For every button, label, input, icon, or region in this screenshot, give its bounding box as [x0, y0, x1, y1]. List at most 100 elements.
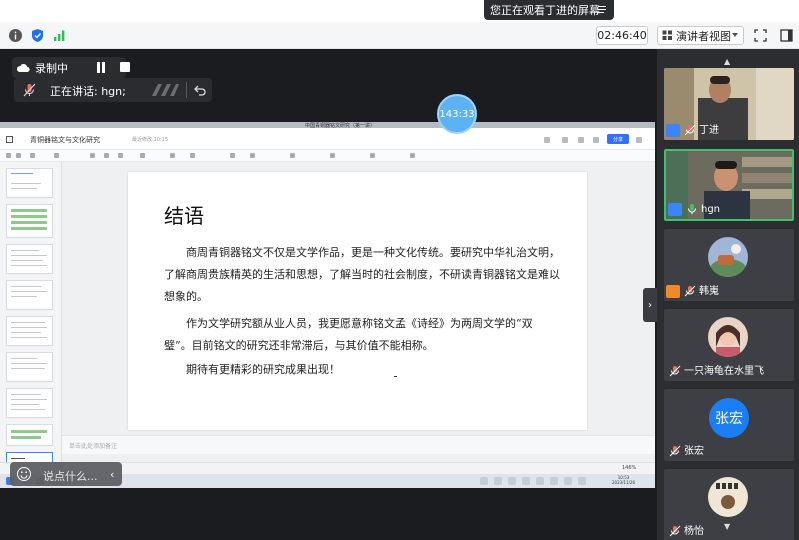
format-icon: [104, 153, 109, 158]
toolbar-icon: [636, 137, 642, 143]
slide-title: 结语: [164, 204, 204, 228]
slide-thumbnail: [6, 204, 53, 238]
grid-icon: [662, 30, 672, 40]
mic-muted-icon: [669, 365, 681, 377]
participant-name: 一只海龟在水里飞: [684, 366, 764, 377]
divider: [186, 82, 187, 98]
sidebar-icon[interactable]: [780, 29, 793, 42]
signal-icon[interactable]: [52, 28, 67, 43]
pause-icon[interactable]: [96, 62, 106, 73]
shared-screen: 中国青铜器铭文研究（第一讲） 青铜器铭文与文化研究 最近修改 10:15 分享: [0, 122, 655, 488]
recording-indicator: 录制中: [12, 57, 130, 78]
waveform-icon: [152, 84, 179, 96]
recording-label: 录制中: [35, 61, 68, 75]
slide-thumbnail: [6, 316, 53, 346]
speaking-indicator: 正在讲话: hgn;: [14, 78, 212, 102]
view-mode-select[interactable]: 演讲者视图: [657, 26, 744, 45]
slide-paragraph: 商周青铜器铭文不仅是文学作品，更是一种文化传统。要研究中华礼治文明，了解商周贵族…: [164, 246, 560, 303]
participant-tile[interactable]: 张宏 张宏: [664, 389, 794, 461]
format-icon: [290, 153, 295, 158]
mic-muted-icon: [684, 124, 696, 136]
host-badge: [666, 124, 680, 137]
toolbar-icon: [562, 137, 568, 143]
avatar: [708, 237, 748, 277]
format-toolbar: [0, 150, 655, 162]
format-icon: [370, 153, 375, 158]
participant-tile[interactable]: 丁进: [664, 68, 794, 140]
format-icon: [170, 153, 175, 158]
format-icon: [90, 153, 95, 158]
format-icon: [140, 153, 145, 158]
slide-thumbnail: [6, 352, 53, 382]
chat-placeholder: 说点什么...: [43, 470, 98, 483]
participant-tile-speaking[interactable]: hgn: [664, 149, 794, 221]
chevron-down-icon: [732, 33, 738, 37]
slide-thumbnail: [6, 280, 53, 310]
meeting-window: 您正在观看丁进的屏幕 02:46:40 演讲者视图 录制中 正在讲话: hgn;…: [0, 0, 799, 540]
avatar: 张宏: [709, 398, 749, 438]
slide-thumbnail: [6, 244, 53, 274]
slide-thumbnails: [0, 162, 62, 484]
screen-clock: 10:53 2023/11/26: [612, 475, 635, 485]
participant-name: 韩嵬: [699, 286, 719, 297]
toolbar-icon: [544, 137, 550, 143]
view-mode-label: 演讲者视图: [676, 29, 731, 43]
zoom-level: 146%: [622, 465, 637, 471]
home-icon: [6, 136, 13, 143]
stop-icon[interactable]: [120, 62, 130, 72]
format-icon: [330, 153, 335, 158]
participant-name: 杨怡: [684, 526, 704, 537]
doc-share-button: 分享: [607, 134, 629, 144]
screen-clock-date: 2023/11/26: [612, 480, 636, 485]
cursor-mark: [394, 376, 397, 377]
participant-name: hgn: [701, 204, 721, 215]
top-system-bar: 您正在观看丁进的屏幕: [0, 0, 799, 22]
format-icon: [230, 153, 235, 158]
chevron-right-icon[interactable]: ›: [643, 288, 657, 322]
host-badge: [668, 203, 682, 216]
countdown-bubble[interactable]: 143:33: [437, 94, 477, 134]
format-icon: [54, 153, 59, 158]
shield-icon[interactable]: [30, 28, 45, 43]
participant-name: 张宏: [684, 446, 704, 457]
participant-name: 丁进: [699, 125, 719, 136]
format-icon: [190, 153, 195, 158]
format-icon: [410, 153, 415, 158]
format-icon: [16, 153, 21, 158]
slide-paragraph: 作为文学研究额从业人员，我更愿意称铭文孟《诗经》为两周文学的“双璧”。目前铭文的…: [164, 317, 533, 352]
slide-paragraph: 期待有更精彩的研究成果出现！: [186, 363, 340, 376]
participant-tile[interactable]: 韩嵬: [664, 229, 794, 301]
chevron-up-icon[interactable]: ▲: [724, 57, 730, 66]
format-icon: [6, 153, 11, 158]
slide-page: 结语 商周青铜器铭文不仅是文学作品，更是一种文化传统。要研究中华礼治文明，了解商…: [128, 172, 587, 430]
mic-muted-icon: [669, 525, 681, 537]
undo-icon[interactable]: [194, 84, 206, 96]
mic-icon: [688, 204, 696, 214]
doc-meta: 最近修改 10:15: [132, 137, 168, 143]
info-icon[interactable]: [8, 28, 23, 43]
viewing-banner: 您正在观看丁进的屏幕: [484, 0, 614, 20]
emoji-icon[interactable]: [17, 467, 31, 481]
chat-input[interactable]: 说点什么... ‹: [10, 462, 122, 486]
cohost-badge: [666, 285, 680, 298]
cloud-icon: [16, 63, 30, 72]
doc-name: 青铜器铭文与文化研究: [30, 136, 100, 144]
avatar: [708, 317, 748, 357]
participant-tile[interactable]: 一只海龟在水里飞: [664, 309, 794, 381]
chevron-left-icon[interactable]: ‹: [110, 468, 114, 481]
doc-header: 青铜器铭文与文化研究 最近修改 10:15 分享: [0, 128, 655, 150]
slide-thumbnail: [6, 168, 53, 198]
chevron-down-icon[interactable]: ▼: [724, 522, 730, 531]
format-icon: [250, 153, 255, 158]
menu-icon[interactable]: [596, 3, 608, 15]
fullscreen-icon[interactable]: [754, 29, 767, 42]
mic-muted-icon: [684, 285, 696, 297]
elapsed-timer: 02:46:40: [596, 26, 648, 45]
notes-bar: 单击此处添加备注: [62, 435, 655, 454]
notes-placeholder: 单击此处添加备注: [69, 443, 118, 450]
mic-muted-icon: [23, 83, 36, 97]
slide-thumbnail: [6, 424, 53, 446]
avatar: [708, 477, 748, 517]
toolbar-icon: [578, 137, 584, 143]
toolbar-icon: [593, 137, 599, 143]
